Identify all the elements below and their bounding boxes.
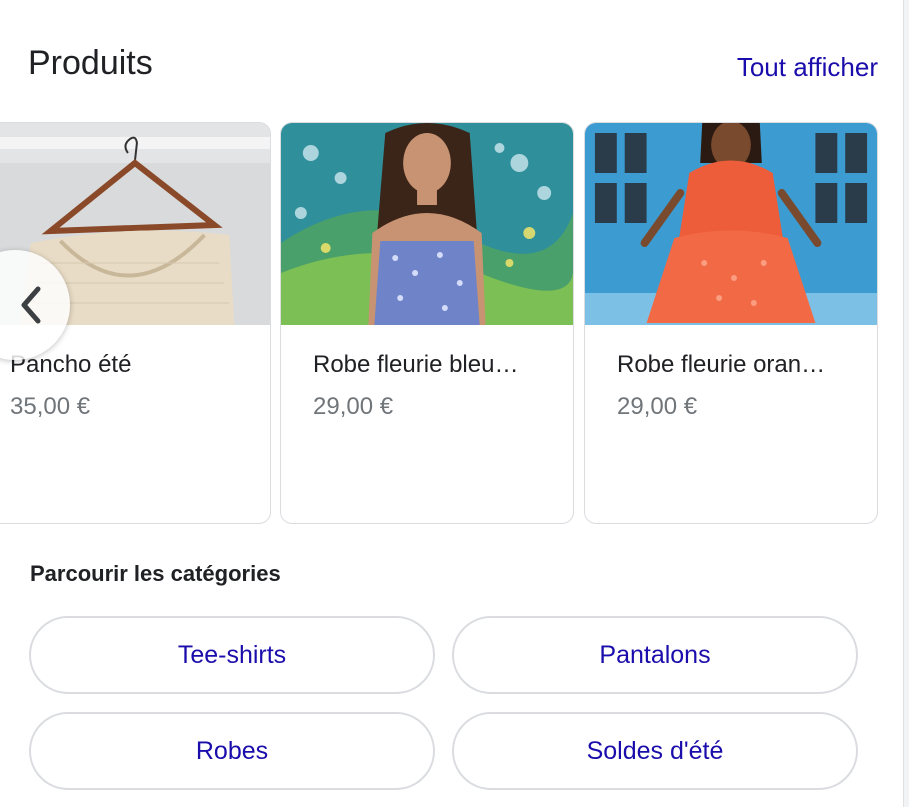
see-all-link[interactable]: Tout afficher	[737, 52, 878, 83]
category-chip-tee-shirts[interactable]: Tee-shirts	[29, 616, 435, 694]
category-chip-soldes-ete[interactable]: Soldes d'été	[452, 712, 858, 790]
chevron-left-icon	[21, 286, 41, 324]
product-card[interactable]: Robe fleurie bleu… 29,00 €	[280, 122, 574, 524]
category-chip-pantalons[interactable]: Pantalons	[452, 616, 858, 694]
product-carousel: Pancho été 35,00 € Robe fleurie bleu… 29…	[0, 122, 909, 526]
product-name: Robe fleurie oran…	[617, 351, 826, 378]
category-chip-robes[interactable]: Robes	[29, 712, 435, 790]
product-name: Robe fleurie bleu…	[313, 351, 519, 378]
section-title: Produits	[28, 44, 153, 82]
product-image	[281, 123, 573, 325]
product-price: 29,00 €	[313, 393, 394, 420]
product-image	[585, 123, 877, 325]
product-price: 35,00 €	[10, 393, 91, 420]
product-card[interactable]: Robe fleurie oran… 29,00 €	[584, 122, 878, 524]
categories-heading: Parcourir les catégories	[30, 561, 281, 586]
product-price: 29,00 €	[617, 393, 698, 420]
